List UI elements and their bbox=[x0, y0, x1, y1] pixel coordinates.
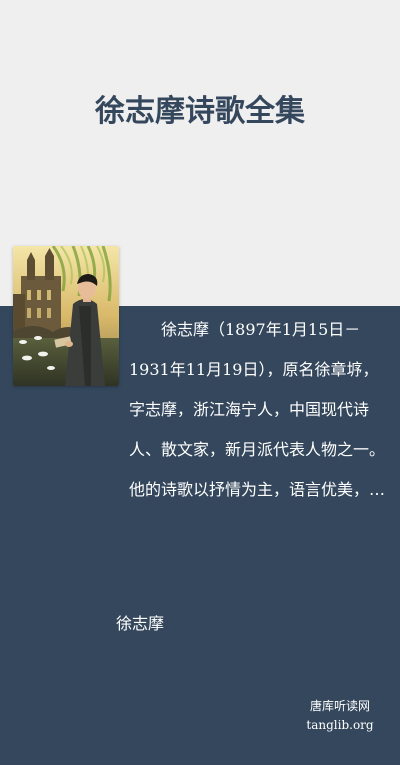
book-description: 徐志摩（1897年1月15日－1931年11月19日），原名徐章垿，字志摩，浙江… bbox=[129, 320, 386, 499]
site-name: 唐库听读网 bbox=[309, 699, 370, 713]
book-author: 徐志摩 bbox=[116, 614, 165, 633]
book-title: 徐志摩诗歌全集 bbox=[95, 94, 305, 129]
site-url: tanglib.org bbox=[306, 718, 374, 732]
book-cover-image bbox=[13, 246, 119, 386]
